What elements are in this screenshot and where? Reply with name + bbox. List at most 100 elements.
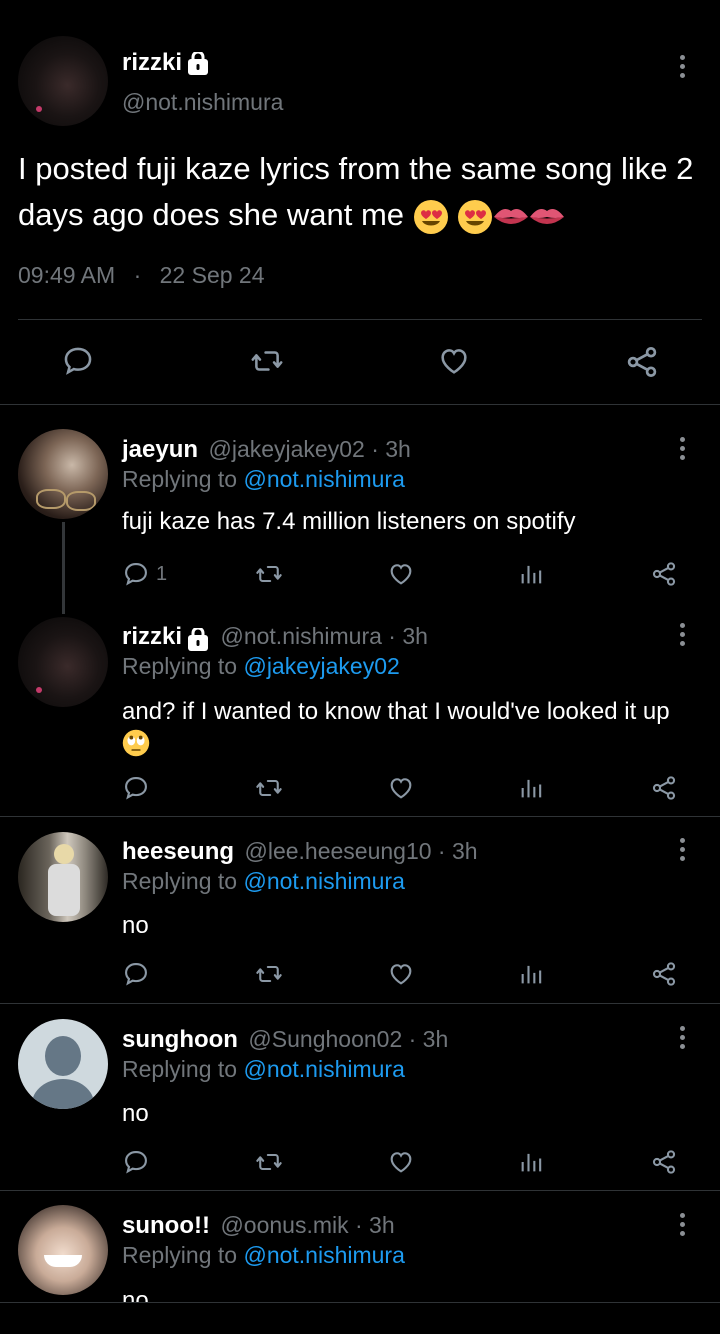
rolling-eyes-emoji	[122, 729, 150, 757]
mention-link[interactable]: @not.nishimura	[243, 466, 404, 492]
retweet-button[interactable]	[248, 344, 286, 378]
share-icon	[652, 776, 676, 800]
reply-header: sunghoon @Sunghoon02 · 3h	[122, 1026, 448, 1054]
avatar[interactable]	[18, 429, 108, 519]
heart-icon	[390, 1152, 412, 1173]
reply-button[interactable]	[122, 960, 150, 988]
like-button[interactable]	[386, 774, 416, 802]
share-icon	[627, 347, 657, 377]
more-options-icon[interactable]	[679, 437, 687, 464]
retweet-icon	[256, 965, 282, 983]
mention-link[interactable]: @jakeyjakey02	[243, 653, 399, 679]
retweet-button[interactable]	[253, 960, 285, 988]
author-handle[interactable]: @not.nishimura	[122, 89, 283, 116]
heart-icon	[441, 349, 467, 374]
author-handle[interactable]: @Sunghoon02 · 3h	[248, 1026, 448, 1052]
reply-header: jaeyun @jakeyjakey02 · 3h	[122, 436, 411, 464]
replying-to: Replying to @not.nishimura	[122, 1242, 405, 1268]
avatar[interactable]	[18, 1205, 108, 1295]
share-icon	[652, 962, 676, 986]
author-name[interactable]: rizzki	[122, 49, 210, 77]
avatar[interactable]	[18, 832, 108, 922]
like-button[interactable]	[386, 960, 416, 988]
author-name[interactable]: sunoo!!	[122, 1212, 210, 1239]
reply-button[interactable]: 1	[122, 560, 167, 588]
avatar[interactable]	[18, 617, 108, 707]
share-button[interactable]	[650, 560, 678, 588]
reply-header: sunoo!! @oonus.mik · 3h	[122, 1212, 395, 1240]
tweet-timestamp: 09:49 AM · 22 Sep 24	[18, 262, 265, 288]
reply-header: rizzki @not.nishimura · 3h	[122, 623, 428, 652]
author-name[interactable]: jaeyun	[122, 436, 198, 463]
analytics-button[interactable]	[518, 774, 546, 802]
comment-icon	[125, 563, 147, 586]
more-options-icon[interactable]	[679, 1026, 687, 1053]
more-options-icon[interactable]	[679, 1213, 687, 1240]
lips-emoji	[529, 205, 565, 229]
heart-icon	[390, 778, 412, 799]
mention-link[interactable]: @not.nishimura	[243, 1242, 404, 1268]
author-name[interactable]: rizzki	[122, 623, 182, 650]
bar-chart-icon	[521, 965, 542, 984]
more-options-icon[interactable]	[679, 623, 687, 650]
reply-text: no	[122, 1100, 149, 1127]
author-name[interactable]: heeseung	[122, 838, 234, 865]
retweet-button[interactable]	[253, 1148, 285, 1176]
reply-item[interactable]: sunoo!! @oonus.mik · 3h Replying to @not…	[0, 1191, 720, 1302]
reply-button[interactable]	[122, 1148, 150, 1176]
divider	[0, 816, 720, 817]
share-button[interactable]	[650, 1148, 678, 1176]
mention-link[interactable]: @not.nishimura	[243, 1056, 404, 1082]
reply-button[interactable]	[122, 774, 150, 802]
heart-icon	[390, 964, 412, 985]
heart-icon	[390, 564, 412, 585]
reply-text: fuji kaze has 7.4 million listeners on s…	[122, 508, 576, 535]
reply-button[interactable]	[61, 344, 95, 378]
replying-to: Replying to @not.nishimura	[122, 466, 405, 492]
author-handle[interactable]: @oonus.mik · 3h	[220, 1212, 394, 1238]
like-button[interactable]	[386, 560, 416, 588]
share-icon	[652, 562, 676, 586]
divider	[18, 319, 702, 320]
bar-chart-icon	[521, 565, 542, 584]
thread-line	[62, 522, 65, 614]
reply-header: heeseung @lee.heeseung10 · 3h	[122, 838, 478, 866]
lips-emoji	[493, 205, 529, 229]
heart-eyes-emoji	[413, 199, 449, 235]
bar-chart-icon	[521, 1153, 542, 1172]
like-button[interactable]	[436, 344, 472, 378]
analytics-button[interactable]	[518, 1148, 546, 1176]
avatar[interactable]	[18, 1019, 108, 1109]
mention-link[interactable]: @not.nishimura	[243, 868, 404, 894]
divider	[0, 1003, 720, 1004]
author-handle[interactable]: @lee.heeseung10 · 3h	[244, 838, 477, 864]
share-button[interactable]	[624, 344, 660, 380]
share-button[interactable]	[650, 774, 678, 802]
replying-to: Replying to @jakeyjakey02	[122, 653, 400, 679]
comment-icon	[125, 777, 147, 800]
retweet-button[interactable]	[253, 774, 285, 802]
retweet-icon	[251, 351, 283, 371]
retweet-button[interactable]	[253, 560, 285, 588]
more-options-icon[interactable]	[679, 55, 687, 82]
share-button[interactable]	[650, 960, 678, 988]
avatar[interactable]	[18, 36, 108, 126]
author-handle[interactable]: @not.nishimura · 3h	[220, 623, 427, 649]
like-button[interactable]	[386, 1148, 416, 1176]
heart-eyes-emoji	[457, 199, 493, 235]
share-icon	[652, 1150, 676, 1174]
lock-icon	[186, 627, 210, 652]
author-name[interactable]: sunghoon	[122, 1026, 238, 1053]
retweet-icon	[256, 779, 282, 797]
analytics-button[interactable]	[518, 960, 546, 988]
lock-icon	[186, 51, 210, 76]
reply-text: no	[122, 912, 149, 939]
divider	[0, 1302, 720, 1303]
author-handle[interactable]: @jakeyjakey02 · 3h	[208, 436, 410, 462]
more-options-icon[interactable]	[679, 838, 687, 865]
replying-to: Replying to @not.nishimura	[122, 1056, 405, 1082]
bar-chart-icon	[521, 779, 542, 798]
analytics-button[interactable]	[518, 560, 546, 588]
retweet-icon	[256, 565, 282, 583]
comment-icon	[125, 963, 147, 986]
